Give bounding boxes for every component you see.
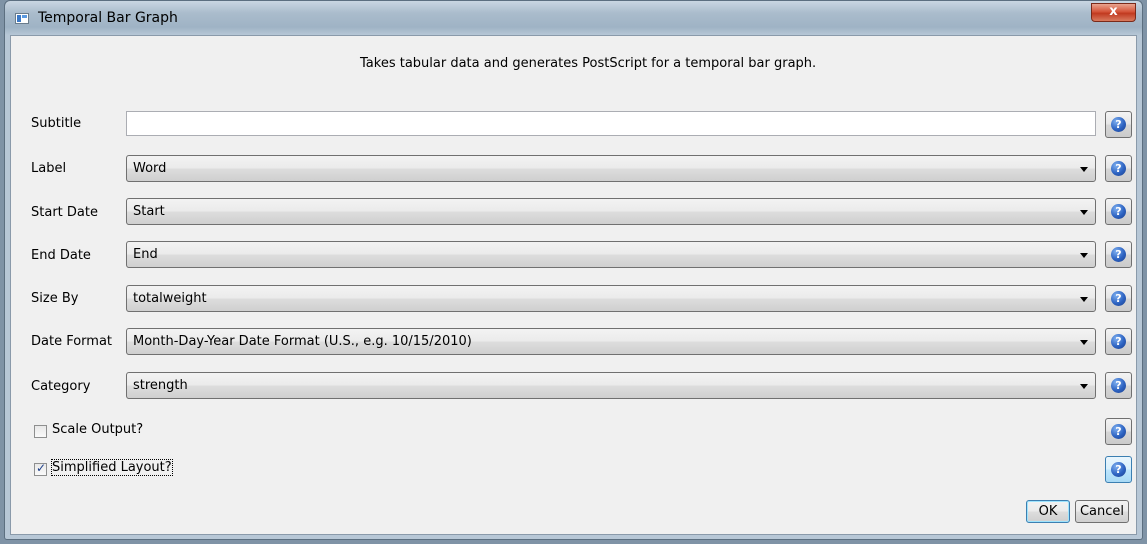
help-icon: ?: [1111, 204, 1126, 219]
date-format-select[interactable]: Month-Day-Year Date Format (U.S., e.g. 1…: [126, 328, 1096, 355]
help-icon: ?: [1111, 247, 1126, 262]
ok-button[interactable]: OK: [1026, 500, 1070, 523]
simplified-layout-label[interactable]: Simplified Layout?: [51, 459, 173, 476]
chevron-down-icon: [1080, 340, 1088, 345]
label-help-button[interactable]: ?: [1105, 155, 1132, 182]
simplified-layout-help-button[interactable]: ?: [1105, 456, 1132, 483]
size-by-select-value: totalweight: [133, 291, 207, 306]
scale-output-checkbox[interactable]: [34, 425, 47, 438]
start-date-select[interactable]: Start: [126, 198, 1096, 225]
category-select-value: strength: [133, 378, 188, 393]
help-icon: ?: [1111, 424, 1126, 439]
help-icon: ?: [1111, 378, 1126, 393]
start-date-label: Start Date: [31, 205, 98, 220]
date-format-select-value: Month-Day-Year Date Format (U.S., e.g. 1…: [133, 334, 472, 349]
help-icon: ?: [1111, 117, 1126, 132]
description-text: Takes tabular data and generates PostScr…: [360, 56, 817, 71]
size-by-label: Size By: [31, 291, 79, 306]
simplified-layout-checkbox[interactable]: [34, 461, 47, 476]
subtitle-help-button[interactable]: ?: [1105, 111, 1132, 138]
window-title: Temporal Bar Graph: [38, 10, 178, 26]
date-format-help-button[interactable]: ?: [1105, 328, 1132, 355]
scale-output-label[interactable]: Scale Output?: [52, 422, 143, 437]
chevron-down-icon: [1080, 167, 1088, 172]
chevron-down-icon: [1080, 384, 1088, 389]
subtitle-input[interactable]: [126, 111, 1096, 136]
help-icon: ?: [1111, 161, 1126, 176]
start-date-help-button[interactable]: ?: [1105, 198, 1132, 225]
subtitle-label: Subtitle: [31, 116, 82, 131]
help-icon: ?: [1111, 291, 1126, 306]
size-by-help-button[interactable]: ?: [1105, 285, 1132, 312]
category-select[interactable]: strength: [126, 372, 1096, 399]
end-date-help-button[interactable]: ?: [1105, 241, 1132, 268]
label-label: Label: [31, 161, 67, 176]
dialog-body: Takes tabular data and generates PostScr…: [10, 35, 1137, 535]
category-help-button[interactable]: ?: [1105, 372, 1132, 399]
label-select-value: Word: [133, 161, 167, 176]
end-date-select[interactable]: End: [126, 241, 1096, 268]
help-icon: ?: [1111, 462, 1126, 477]
start-date-select-value: Start: [133, 204, 165, 219]
chevron-down-icon: [1080, 253, 1088, 258]
cancel-button[interactable]: Cancel: [1075, 500, 1129, 523]
chevron-down-icon: [1080, 297, 1088, 302]
chevron-down-icon: [1080, 210, 1088, 215]
category-label: Category: [31, 379, 91, 394]
label-select[interactable]: Word: [126, 155, 1096, 182]
dialog-window: Temporal Bar Graph x Takes tabular data …: [4, 0, 1143, 540]
app-icon: [15, 13, 29, 24]
title-bar[interactable]: Temporal Bar Graph x: [5, 1, 1142, 35]
date-format-label: Date Format: [31, 334, 113, 349]
help-icon: ?: [1111, 334, 1126, 349]
close-button[interactable]: x: [1091, 3, 1136, 22]
end-date-select-value: End: [133, 247, 158, 262]
end-date-label: End Date: [31, 248, 91, 263]
size-by-select[interactable]: totalweight: [126, 285, 1096, 312]
scale-output-help-button[interactable]: ?: [1105, 418, 1132, 445]
